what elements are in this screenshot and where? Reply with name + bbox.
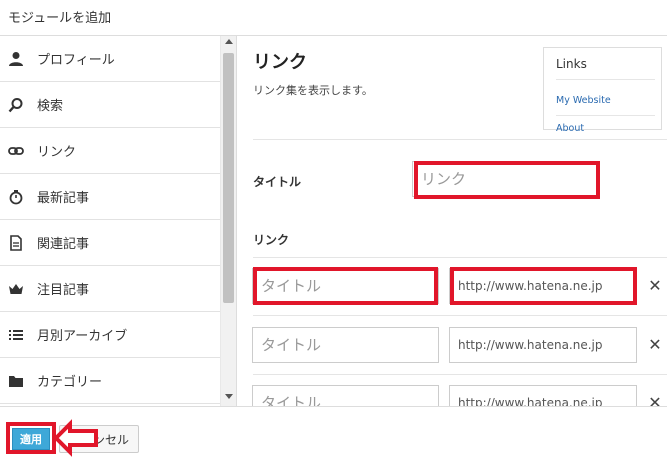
document-icon — [7, 234, 25, 252]
module-preview: Links My Website About — [543, 47, 662, 134]
user-icon — [7, 50, 25, 68]
dialog-footer: 適用 キャンセル — [0, 406, 667, 457]
sidebar-item-label: 月別アーカイブ — [37, 329, 128, 344]
module-heading: リンク — [253, 52, 307, 73]
apply-button[interactable]: 適用 — [12, 428, 50, 450]
module-settings-panel: リンク リンク集を表示します。 Links My Website About タ… — [238, 36, 667, 406]
dialog-title: モジュールを追加 — [0, 0, 667, 36]
sidebar-item-link[interactable]: リンク — [0, 128, 220, 174]
link-url-input[interactable]: http://www.hatena.ne.jp — [449, 268, 637, 304]
preview-link: My Website — [556, 95, 611, 106]
sidebar-scrollbar[interactable] — [220, 36, 236, 406]
list-icon — [7, 326, 25, 344]
link-url-input[interactable]: http://www.hatena.ne.jp — [449, 385, 637, 406]
sidebar-item-label: 最新記事 — [37, 191, 90, 206]
preview-title: Links — [556, 57, 587, 71]
divider — [253, 374, 667, 375]
sidebar-item-featured-posts[interactable]: 注目記事 — [0, 266, 220, 312]
sidebar-item-related-posts[interactable]: 関連記事 — [0, 220, 220, 266]
sidebar-item-search[interactable]: 検索 — [0, 82, 220, 128]
links-section-label: リンク — [253, 233, 290, 247]
title-input[interactable]: リンク — [412, 161, 598, 197]
sidebar-item-profile[interactable]: プロフィール — [0, 36, 220, 82]
divider — [253, 257, 667, 258]
sidebar-item-label: プロフィール — [37, 53, 115, 68]
preview-divider — [556, 115, 655, 116]
remove-link-icon[interactable]: ✕ — [648, 393, 662, 406]
divider — [253, 315, 667, 316]
sidebar-item-label: 注目記事 — [37, 283, 90, 298]
link-url-input[interactable]: http://www.hatena.ne.jp — [449, 327, 637, 363]
sidebar-item-label: リンク — [37, 145, 77, 160]
scrollbar-thumb[interactable] — [223, 53, 234, 303]
sidebar-item-label: カテゴリー — [37, 375, 103, 390]
sidebar-item-category[interactable]: カテゴリー — [0, 358, 220, 404]
sidebar-item-recent-posts[interactable]: 最新記事 — [0, 174, 220, 220]
link-title-input[interactable]: タイトル — [252, 385, 439, 406]
link-title-input[interactable]: タイトル — [252, 327, 439, 363]
remove-link-icon[interactable]: ✕ — [648, 276, 662, 295]
module-description: リンク集を表示します。 — [253, 84, 373, 97]
title-field-label: タイトル — [253, 175, 302, 189]
sidebar-item-label: 関連記事 — [37, 237, 90, 252]
remove-link-icon[interactable]: ✕ — [648, 335, 662, 354]
cancel-button[interactable]: キャンセル — [59, 425, 139, 453]
sidebar-item-label: 検索 — [37, 99, 64, 114]
folder-icon — [7, 372, 25, 390]
stopwatch-icon — [7, 188, 25, 206]
preview-divider — [556, 79, 655, 80]
crown-icon — [7, 280, 25, 298]
scroll-down-arrow-icon[interactable] — [225, 394, 233, 399]
preview-link: About — [556, 123, 585, 134]
search-icon — [7, 96, 25, 114]
module-sidebar: プロフィール 検索 リンク 最新記事 関連記事 注目記事 月別アーカイブ カテゴ… — [0, 36, 237, 406]
divider — [253, 139, 667, 140]
link-icon — [7, 142, 25, 160]
sidebar-item-monthly-archive[interactable]: 月別アーカイブ — [0, 312, 220, 358]
link-title-input[interactable]: タイトル — [252, 268, 439, 304]
scroll-up-arrow-icon[interactable] — [225, 39, 233, 44]
